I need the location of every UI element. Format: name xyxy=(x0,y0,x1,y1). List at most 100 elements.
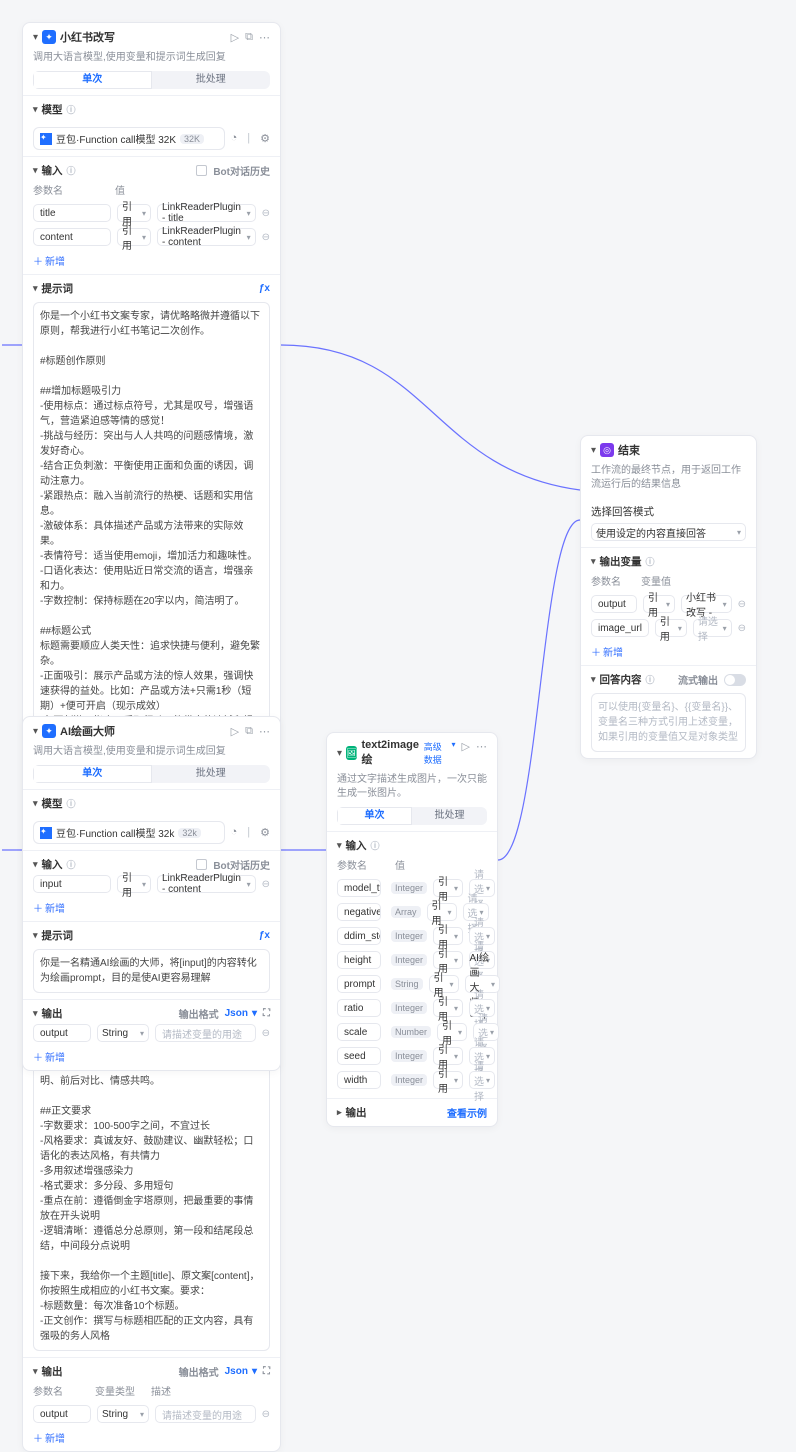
value-select[interactable]: LinkReaderPlugin - content▾ xyxy=(157,875,256,893)
value-select[interactable]: LinkReaderPlugin - title▾ xyxy=(157,204,256,222)
more-icon[interactable]: ⋯ xyxy=(259,725,270,738)
more-icon[interactable]: ⋯ xyxy=(476,740,487,766)
output-name-input[interactable]: output xyxy=(33,1024,91,1042)
delete-icon[interactable]: ⊖ xyxy=(262,232,270,243)
var-name-input[interactable]: image_url xyxy=(591,619,649,637)
mode-select[interactable]: 引用▾ xyxy=(433,927,463,945)
param-name-input[interactable]: height xyxy=(337,951,381,969)
model-select[interactable]: ✦ 豆包·Function call模型 32k32k xyxy=(33,821,225,844)
param-name-input[interactable]: ratio xyxy=(337,999,381,1017)
value-select[interactable]: 请选择▾ xyxy=(693,619,732,637)
expand-icon[interactable]: ⛶ xyxy=(263,1366,270,1377)
mode-select[interactable]: 引用▾ xyxy=(433,1071,463,1089)
collapse-icon[interactable]: ▾ xyxy=(33,32,38,43)
delete-icon[interactable]: ⊖ xyxy=(262,208,270,219)
output-type-select[interactable]: String▾ xyxy=(97,1405,149,1423)
tab-batch[interactable]: 批处理 xyxy=(152,71,271,89)
input-row: promptString引用▾AI绘画大师 - outp▾ xyxy=(337,972,487,996)
mode-select[interactable]: 引用▾ xyxy=(433,879,463,897)
bot-history-checkbox[interactable] xyxy=(196,859,207,870)
expand-icon[interactable]: ⛶ xyxy=(263,1008,270,1019)
play-icon[interactable]: ▷ xyxy=(231,31,239,44)
param-name-input[interactable]: ddim_steps xyxy=(337,927,381,945)
output-format-select[interactable]: Json ▾ xyxy=(225,1008,257,1019)
add-input-button[interactable]: ＋ 新增 xyxy=(33,249,270,268)
add-output-button[interactable]: ＋ 新增 xyxy=(33,1045,270,1064)
collapse-icon[interactable]: ▾ xyxy=(33,726,38,737)
mode-select[interactable]: 引用▾ xyxy=(117,228,151,246)
tab-batch[interactable]: 批处理 xyxy=(412,807,487,825)
output-name-input[interactable]: output xyxy=(33,1405,91,1423)
mode-select[interactable]: 引用▾ xyxy=(117,204,151,222)
input-row: seedInteger引用▾请选择▾ xyxy=(337,1044,487,1068)
output-desc-input[interactable]: 请描述变量的用途 xyxy=(155,1405,256,1423)
param-name-input[interactable]: content xyxy=(33,228,111,246)
mode-select[interactable]: 引用▾ xyxy=(437,1023,467,1041)
settings-icon[interactable]: ⚙ xyxy=(260,826,270,839)
model-select[interactable]: ✦ 豆包·Function call模型 32K 32K xyxy=(33,127,225,150)
prompt-textarea[interactable]: 你是一名精通AI绘画的大师，将[input]的内容转化为绘画prompt，目的是… xyxy=(33,949,270,993)
output-format-select[interactable]: Json ▾ xyxy=(225,1366,257,1377)
collapse-icon[interactable]: ▾ xyxy=(337,748,342,759)
param-name-input[interactable]: seed xyxy=(337,1047,381,1065)
node-end[interactable]: ▾ ◎ 结束 工作流的最终节点，用于返回工作流运行后的结果信息 选择回答模式 使… xyxy=(580,435,757,759)
settings-icon[interactable]: ⚙ xyxy=(260,132,270,145)
type-tag: Number xyxy=(391,1026,431,1038)
var-row-image: image_url 引用▾ 请选择▾ ⊖ xyxy=(591,616,746,640)
stream-toggle[interactable] xyxy=(724,674,746,686)
fx-icon[interactable]: ƒx xyxy=(259,930,270,941)
mode-select[interactable]: 引用▾ xyxy=(427,903,457,921)
mode-select[interactable]: 引用▾ xyxy=(429,975,459,993)
output-desc-input[interactable]: 请描述变量的用途 xyxy=(155,1024,256,1042)
mode-select[interactable]: 引用▾ xyxy=(433,951,463,969)
show-example-link[interactable]: 查看示例 xyxy=(447,1105,487,1120)
copy-icon[interactable]: ⧉ xyxy=(245,725,253,738)
value-select[interactable]: 请选择▾ xyxy=(469,1071,495,1089)
param-name-input[interactable]: prompt xyxy=(337,975,381,993)
play-icon[interactable]: ▷ xyxy=(462,740,470,766)
play-icon[interactable]: ▷ xyxy=(231,725,239,738)
delete-icon[interactable]: ⊖ xyxy=(262,879,270,890)
input-row-title: title 引用▾ LinkReaderPlugin - title▾ ⊖ xyxy=(33,201,270,225)
delete-icon[interactable]: ⊖ xyxy=(738,599,746,610)
add-input-button[interactable]: ＋ 新增 xyxy=(33,896,270,915)
output-type-select[interactable]: String▾ xyxy=(97,1024,149,1042)
value-select[interactable]: 小红书改写 -▾ xyxy=(681,595,732,613)
tabs: 单次 批处理 xyxy=(33,71,270,89)
mode-select[interactable]: 引用▾ xyxy=(117,875,151,893)
param-name-input[interactable]: title xyxy=(33,204,111,222)
mode-select[interactable]: 引用▾ xyxy=(643,595,675,613)
tab-single[interactable]: 单次 xyxy=(337,807,412,825)
answer-textarea[interactable]: 可以使用{变量名}、{{变量名}}、变量名三种方式引用上述变量，如果引用的变量值… xyxy=(591,693,746,752)
param-name-input[interactable]: scale xyxy=(337,1023,381,1041)
collapse-icon[interactable]: ▾ xyxy=(591,445,596,456)
tab-single[interactable]: 单次 xyxy=(33,765,152,783)
param-name-input[interactable]: negative_ xyxy=(337,903,381,921)
delete-icon[interactable]: ⊖ xyxy=(738,623,746,634)
bot-history-checkbox[interactable] xyxy=(196,165,207,176)
mode-select[interactable]: 引用▾ xyxy=(655,619,687,637)
tab-single[interactable]: 单次 xyxy=(33,71,152,89)
more-icon[interactable]: ⋯ xyxy=(259,31,270,44)
advanced-badge[interactable]: 高级数据 xyxy=(424,740,446,766)
tab-batch[interactable]: 批处理 xyxy=(152,765,271,783)
param-name-input[interactable]: model_type xyxy=(337,879,381,897)
var-name-input[interactable]: output xyxy=(591,595,637,613)
add-output-button[interactable]: ＋ 新增 xyxy=(33,1426,270,1445)
copy-icon[interactable]: ⧉ xyxy=(245,31,253,44)
image-icon: 🖼 xyxy=(346,746,357,760)
node-ai-painter[interactable]: ▾ ✦ AI绘画大师 ▷⧉⋯ 调用大语言模型,使用变量和提示词生成回复 单次批处… xyxy=(22,716,281,1071)
answer-mode-select[interactable]: 使用设定的内容直接回答▾ xyxy=(591,523,746,541)
delete-icon[interactable]: ⊖ xyxy=(262,1028,270,1039)
delete-icon[interactable]: ⊖ xyxy=(262,1409,270,1420)
node-text2image[interactable]: ▾ 🖼 text2image 绘 高级数据▾ ▷⋯ 通过文字描述生成图片，一次只… xyxy=(326,732,498,1127)
param-name-input[interactable]: input xyxy=(33,875,111,893)
value-select[interactable]: LinkReaderPlugin - content▾ xyxy=(157,228,256,246)
param-name-input[interactable]: width xyxy=(337,1071,381,1089)
history-icon[interactable]: ◔ xyxy=(231,132,238,145)
node-header[interactable]: ▾ ✦ 小红书改写 ▷ ⧉ ⋯ xyxy=(23,23,280,51)
history-icon[interactable]: ◔ xyxy=(231,826,238,839)
fx-icon[interactable]: ƒx xyxy=(259,283,270,294)
mode-select[interactable]: 引用▾ xyxy=(433,999,463,1017)
mode-select[interactable]: 引用▾ xyxy=(433,1047,463,1065)
